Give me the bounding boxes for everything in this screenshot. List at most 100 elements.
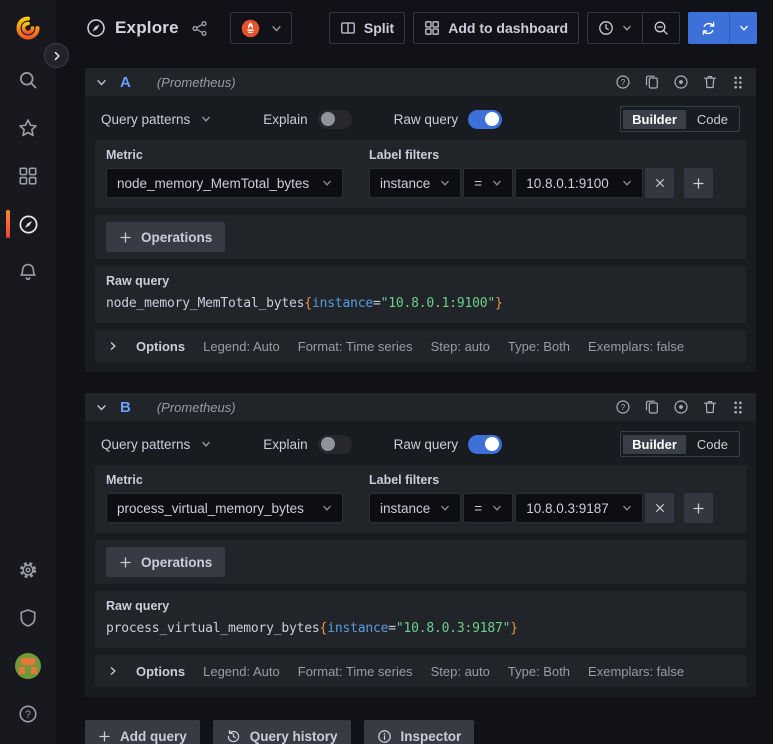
add-operation-button[interactable]: Operations [106, 547, 226, 577]
run-query-interval-dropdown[interactable] [730, 12, 757, 44]
chevron-down-icon [97, 404, 106, 410]
gear-icon [19, 561, 37, 579]
sidebar-item-security[interactable] [0, 594, 56, 642]
raw-query-label: Raw query [393, 436, 459, 452]
metric-select[interactable]: process_virtual_memory_bytes [106, 493, 343, 523]
raw-metric-token: process_virtual_memory_bytes [106, 621, 320, 636]
remove-filter-button[interactable] [645, 493, 675, 523]
time-zoom-out-button[interactable] [643, 13, 679, 43]
explain-toggle[interactable] [317, 109, 352, 129]
options-title[interactable]: Options [136, 664, 185, 679]
svg-text:?: ? [621, 403, 626, 412]
metric-select[interactable]: node_memory_MemTotal_bytes [106, 168, 343, 198]
share-shortened-link-button[interactable] [191, 20, 208, 37]
label-filters-field: Label filters instance = [369, 473, 714, 523]
sidebar-item-starred[interactable] [0, 104, 56, 152]
share-alt-icon [192, 20, 207, 36]
query-ref-id[interactable]: A [120, 74, 131, 91]
query-editor-row-b: B (Prometheus) ? Query patterns Explain … [85, 393, 756, 697]
code-mode-button[interactable]: Code [688, 435, 737, 454]
query-ref-id[interactable]: B [120, 399, 131, 416]
query-patterns-dropdown[interactable]: Query patterns [101, 112, 211, 127]
query-options-bar[interactable]: Options Legend: Auto Format: Time series… [95, 655, 746, 687]
sidebar-item-settings[interactable] [0, 546, 56, 594]
options-legend: Legend: Auto [203, 338, 280, 354]
page-title-group: Explore [86, 18, 179, 38]
label-value-select[interactable]: 10.8.0.1:9100 [515, 168, 644, 198]
inspector-label: Inspector [400, 728, 462, 744]
label-value-select[interactable]: 10.8.0.3:9187 [515, 493, 644, 523]
remove-query-button[interactable] [702, 74, 718, 90]
label-filters-field: Label filters instance = [369, 148, 714, 198]
add-filter-button[interactable] [684, 168, 714, 198]
chevron-down-icon [202, 441, 211, 447]
query-patterns-dropdown[interactable]: Query patterns [101, 437, 211, 452]
raw-query-toggle[interactable] [468, 109, 503, 129]
editor-mode-group: Builder Code [620, 106, 740, 132]
split-button[interactable]: Split [328, 12, 406, 44]
query-help-button[interactable]: ? [615, 74, 631, 90]
sidebar-item-alerting[interactable] [0, 248, 56, 296]
add-query-button[interactable]: Add query [85, 720, 200, 744]
svg-text:?: ? [25, 709, 31, 721]
add-filter-button[interactable] [684, 493, 714, 523]
collapse-query-button[interactable] [96, 77, 107, 88]
raw-query-panel: Raw query process_virtual_memory_bytes{i… [95, 591, 746, 648]
options-title[interactable]: Options [136, 339, 185, 354]
sidebar-item-dashboards[interactable] [0, 152, 56, 200]
query-editor-toolbar: Query patterns Explain Raw query Builder… [95, 429, 746, 459]
disable-query-button[interactable] [673, 399, 689, 415]
toolbar-right-group: Split Add to dashboard [328, 12, 757, 44]
remove-query-button[interactable] [702, 399, 718, 415]
query-history-button[interactable]: Query history [212, 720, 351, 744]
label-operator-value: = [474, 500, 483, 516]
label-key-select[interactable]: instance [369, 493, 462, 523]
query-row-header[interactable]: B (Prometheus) ? [85, 393, 756, 421]
query-options-bar[interactable]: Options Legend: Auto Format: Time series… [95, 330, 746, 362]
plus-icon [693, 177, 704, 189]
drag-query-handle[interactable] [731, 400, 745, 415]
duplicate-query-button[interactable] [644, 74, 660, 90]
plus-icon [120, 231, 131, 243]
raw-query-toggle[interactable] [468, 434, 503, 454]
sidebar-item-help[interactable]: ? [0, 690, 56, 738]
time-picker-button[interactable] [588, 13, 642, 43]
code-mode-button[interactable]: Code [688, 110, 737, 129]
chevron-down-icon [623, 25, 631, 31]
dashboards-grid-icon [19, 167, 37, 185]
query-row-header[interactable]: A (Prometheus) ? [85, 68, 756, 96]
operations-panel: Operations [95, 215, 746, 259]
label-filters-label: Label filters [369, 473, 440, 487]
sidebar-expand-button[interactable] [44, 43, 69, 68]
query-editor-body: Query patterns Explain Raw query Builder… [85, 96, 756, 372]
query-patterns-label: Query patterns [101, 436, 191, 452]
add-operation-button[interactable]: Operations [106, 222, 226, 252]
builder-mode-button[interactable]: Builder [623, 109, 686, 129]
query-help-button[interactable]: ? [615, 399, 631, 415]
raw-label-token: instance [327, 621, 389, 636]
chevron-down-icon [97, 79, 106, 85]
chevron-right-icon [54, 51, 60, 60]
drag-query-handle[interactable] [731, 75, 745, 90]
explain-toggle[interactable] [317, 434, 352, 454]
time-picker-group [587, 12, 680, 44]
label-operator-select[interactable]: = [463, 493, 514, 523]
search-icon [20, 72, 37, 89]
datasource-picker[interactable] [229, 12, 292, 44]
add-to-dashboard-button[interactable]: Add to dashboard [413, 12, 579, 44]
remove-filter-button[interactable] [645, 168, 675, 198]
inspector-button[interactable]: Inspector [363, 720, 475, 744]
sidebar-item-profile[interactable] [0, 642, 56, 690]
query-datasource-name: (Prometheus) [156, 399, 236, 415]
label-key-select[interactable]: instance [369, 168, 462, 198]
label-operator-select[interactable]: = [463, 168, 514, 198]
builder-mode-button[interactable]: Builder [623, 434, 686, 454]
raw-query-label: Raw query [393, 111, 459, 127]
options-exemplars: Exemplars: false [588, 663, 685, 679]
raw-query-panel-label: Raw query [106, 274, 170, 288]
collapse-query-button[interactable] [96, 402, 107, 413]
disable-query-button[interactable] [673, 74, 689, 90]
sidebar-item-explore[interactable] [0, 200, 56, 248]
duplicate-query-button[interactable] [644, 399, 660, 415]
run-query-button[interactable] [688, 12, 729, 44]
